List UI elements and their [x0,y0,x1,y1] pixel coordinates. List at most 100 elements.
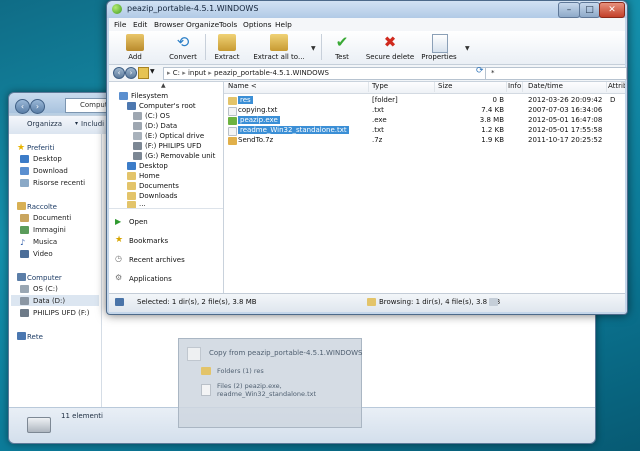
tree-drive-f[interactable]: (F:) PHILIPS UFD [145,142,201,150]
path-field[interactable]: ▸ C: ▸ input ▸ peazip_portable-4.5.1.WIN… [163,67,489,80]
toolbar: Add ⟲ Convert Extract Extract all to... … [109,31,625,65]
organize-button[interactable]: Organizza [27,120,62,128]
network-header[interactable]: Rete [27,333,43,341]
item-count: 11 elementi [61,412,103,420]
file-name[interactable]: SendTo.7z [238,136,273,144]
nav-download[interactable]: Download [33,167,68,175]
properties-button[interactable]: Properties [419,31,459,63]
nav-drive-c[interactable]: OS (C:) [33,285,58,293]
pictures-icon [20,226,29,234]
path-dropdown-icon[interactable]: ▼ [150,68,155,75]
back-icon[interactable]: ‹ [113,67,125,79]
tree-more[interactable]: ... [139,200,146,208]
path-segment-input[interactable]: input [188,69,206,77]
favorites-header[interactable]: Preferiti [27,144,54,152]
computer-header[interactable]: Computer [27,274,62,282]
file-name[interactable]: res [238,96,253,104]
tree-documents[interactable]: Documents [139,182,179,190]
network-icon [17,332,26,340]
extract-all-label: Extract all to... [253,53,305,61]
delete-x-icon: ✖ [383,33,397,51]
tree-drive-c[interactable]: (C:) OS [145,112,170,120]
back-icon[interactable]: ‹ [15,99,30,114]
menu-tools[interactable]: Tools [219,20,237,29]
menu-browser[interactable]: Browser [154,20,184,29]
add-button[interactable]: Add [117,31,153,63]
path-arrow-icon: ▸ [167,69,171,77]
link-recent-archives[interactable]: Recent archives [129,256,185,264]
tree-desktop[interactable]: Desktop [139,162,168,170]
file-name[interactable]: peazip.exe [238,116,280,124]
properties-dropdown-icon[interactable]: ▼ [465,45,470,52]
tree-home[interactable]: Home [139,172,160,180]
column-name[interactable]: Name < [228,82,369,92]
tree-downloads[interactable]: Downloads [139,192,177,200]
column-info[interactable]: Info [508,82,523,92]
view-toggle-icon[interactable] [489,298,498,306]
nav-pictures[interactable]: Immagini [33,226,66,234]
tree-computer-root[interactable]: Computer's root [139,102,196,110]
column-date[interactable]: Date/time [528,82,607,92]
file-name[interactable]: copying.txt [238,106,277,114]
status-browsing: Browsing: 1 dir(s), 4 file(s), 3.8 MB [379,298,501,306]
properties-label: Properties [421,53,457,61]
drive-large-icon [27,417,51,433]
computer-status-icon [115,298,124,306]
link-bookmarks[interactable]: Bookmarks [129,237,168,245]
forward-icon[interactable]: › [125,67,137,79]
nav-desktop[interactable]: Desktop [33,155,62,163]
test-button[interactable]: ✔ Test [327,31,357,63]
secure-delete-button[interactable]: ✖ Secure delete [365,31,415,63]
collapse-up-icon[interactable]: ▲ [161,82,166,89]
nav-music[interactable]: Musica [33,238,57,246]
forward-icon[interactable]: › [30,99,45,114]
nav-recent[interactable]: Risorse recenti [33,179,85,187]
link-applications[interactable]: Applications [129,275,172,283]
tree-drive-e[interactable]: (E:) Optical drive [145,132,204,140]
maximize-button[interactable]: □ [579,2,600,18]
menu-file[interactable]: File [114,20,126,29]
menu-edit[interactable]: Edit [133,20,147,29]
bookmark-icon[interactable] [138,67,149,79]
table-row[interactable]: readme_Win32_standalone.txt .txt 1.2 KB … [224,126,625,136]
path-segment-current[interactable]: peazip_portable-4.5.1.WINDOWS [214,69,329,77]
file-size: 3.8 MB [479,116,504,124]
link-open[interactable]: Open [129,218,148,226]
filter-input[interactable]: * [485,67,627,80]
convert-button[interactable]: ⟲ Convert [165,31,201,63]
nav-video[interactable]: Video [33,250,53,258]
video-icon [20,250,29,258]
extract-button[interactable]: Extract [211,31,243,63]
nav-documents[interactable]: Documenti [33,214,71,222]
tree-drive-g[interactable]: (G:) Removable unit [145,152,215,160]
table-row[interactable]: copying.txt .txt 7.4 KB 2007-07-03 16:34… [224,106,625,116]
refresh-icon[interactable]: ⟳ [476,66,484,76]
drive-icon [133,122,142,130]
drag-feedback-tooltip: Copy from peazip_portable-4.5.1.WINDOWS … [178,338,362,428]
table-row[interactable]: SendTo.7z .7z 1.9 KB 2011-10-17 20:25:52 [224,136,625,146]
nav-drive-d[interactable]: Data (D:) [33,297,65,305]
extract-dropdown-icon[interactable]: ▼ [311,45,316,52]
libraries-header[interactable]: Raccolte [27,203,57,211]
file-name[interactable]: readme_Win32_standalone.txt [238,126,349,134]
menu-organize[interactable]: Organize [186,20,219,29]
menu-options[interactable]: Options [243,20,272,29]
extract-all-button[interactable]: Extract all to... [251,31,307,63]
column-type[interactable]: Type [372,82,435,92]
minimize-button[interactable]: – [558,2,580,18]
toolbar-separator [205,34,206,60]
table-row[interactable]: res [folder] 0 B 2012-03-26 20:09:42 D [224,96,625,106]
path-root[interactable]: C: [173,69,180,77]
file-type: .txt [372,106,384,114]
close-button[interactable]: ✕ [599,2,625,18]
file-date: 2007-07-03 16:34:06 [528,106,603,114]
column-attrib[interactable]: Attrib [608,82,625,92]
column-size[interactable]: Size [438,82,507,92]
removable-drive-icon [133,152,142,160]
tree-filesystem[interactable]: Filesystem [131,92,168,100]
tree-drive-d[interactable]: (D:) Data [145,122,177,130]
table-row[interactable]: peazip.exe .exe 3.8 MB 2012-05-01 16:47:… [224,116,625,126]
file-date: 2011-10-17 20:25:52 [528,136,603,144]
menu-help[interactable]: Help [275,20,292,29]
nav-drive-f[interactable]: PHILIPS UFD (F:) [33,309,89,317]
